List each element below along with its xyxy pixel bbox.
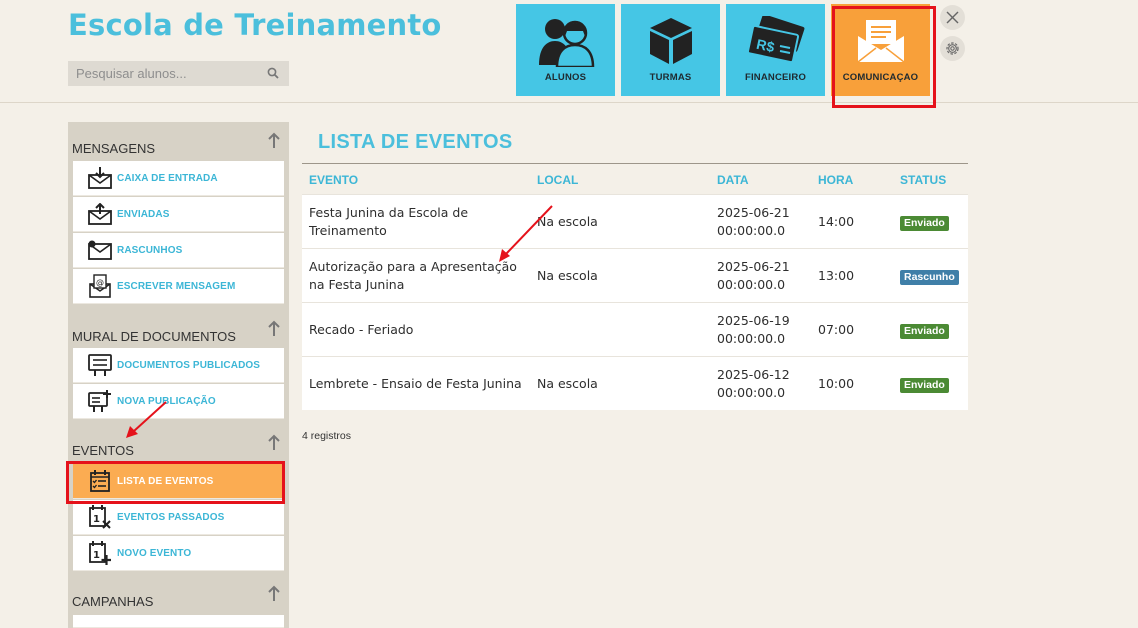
calendar-x-icon: 1 bbox=[87, 504, 113, 530]
highlight-box bbox=[66, 461, 285, 504]
svg-text:@: @ bbox=[96, 278, 104, 287]
inbox-icon bbox=[87, 165, 113, 191]
board-add-icon bbox=[87, 388, 113, 414]
status-badge: Enviado bbox=[900, 378, 949, 393]
sidebar-item-partial[interactable] bbox=[73, 615, 284, 628]
app-title: Escola de Treinamento bbox=[68, 8, 442, 42]
sidebar-item-novo-evento[interactable]: 1 NOVO EVENTO bbox=[73, 536, 284, 571]
status-badge: Enviado bbox=[900, 324, 949, 339]
cell-hora: 10:00 bbox=[818, 376, 855, 391]
cell-data: 2025-06-19 00:00:00.0 bbox=[717, 313, 790, 346]
settings-button[interactable] bbox=[940, 36, 965, 61]
section-mensagens[interactable]: MENSAGENS bbox=[68, 122, 289, 160]
column-header-local[interactable]: LOCAL bbox=[537, 173, 578, 187]
svg-text:1: 1 bbox=[93, 514, 100, 525]
record-count: 4 registros bbox=[302, 430, 352, 442]
section-eventos[interactable]: EVENTOS bbox=[68, 424, 289, 462]
table-row[interactable]: Autorização para a Apresentação na Festa… bbox=[302, 248, 968, 302]
status-badge: Enviado bbox=[900, 216, 949, 231]
board-icon bbox=[87, 352, 113, 378]
arrow-up-icon[interactable] bbox=[267, 132, 281, 150]
students-icon bbox=[535, 14, 597, 68]
box-icon bbox=[640, 14, 702, 68]
sidebar-item-escrever-mensagem[interactable]: @ ESCREVER MENSAGEM bbox=[73, 269, 284, 304]
module-financeiro[interactable]: R$ FINANCEIRO bbox=[726, 4, 825, 96]
cell-hora: 13:00 bbox=[818, 268, 855, 283]
arrow-up-icon[interactable] bbox=[267, 434, 281, 452]
search-box[interactable] bbox=[68, 61, 289, 86]
draft-icon bbox=[87, 237, 113, 263]
arrow-up-icon[interactable] bbox=[267, 585, 281, 603]
cell-data: 2025-06-21 00:00:00.0 bbox=[717, 259, 790, 292]
section-mural[interactable]: MURAL DE DOCUMENTOS bbox=[68, 310, 289, 348]
compose-icon: @ bbox=[87, 273, 113, 299]
cell-hora: 14:00 bbox=[818, 214, 855, 229]
sidebar-item-label: ENVIADAS bbox=[117, 208, 170, 220]
cell-evento: Autorização para a Apresentação na Festa… bbox=[309, 259, 517, 292]
sidebar-item-label: EVENTOS PASSADOS bbox=[117, 511, 225, 523]
close-button[interactable] bbox=[940, 5, 965, 30]
money-icon: R$ bbox=[745, 14, 807, 68]
svg-text:1: 1 bbox=[93, 550, 100, 561]
table-row[interactable]: Festa Junina da Escola de Treinamento Na… bbox=[302, 194, 968, 248]
cell-local: Na escola bbox=[537, 214, 598, 229]
cell-evento: Lembrete - Ensaio de Festa Junina bbox=[309, 376, 522, 391]
section-title: CAMPANHAS bbox=[72, 594, 154, 609]
cell-local: Na escola bbox=[537, 268, 598, 283]
module-label: FINANCEIRO bbox=[744, 72, 807, 83]
table-row[interactable]: Lembrete - Ensaio de Festa Junina Na esc… bbox=[302, 356, 968, 410]
section-title: EVENTOS bbox=[72, 443, 134, 458]
column-header-status[interactable]: STATUS bbox=[900, 173, 946, 187]
module-turmas[interactable]: TURMAS bbox=[621, 4, 720, 96]
cell-evento: Festa Junina da Escola de Treinamento bbox=[309, 205, 469, 238]
column-header-evento[interactable]: EVENTO bbox=[309, 173, 358, 187]
sent-icon bbox=[87, 201, 113, 227]
calendar-add-icon: 1 bbox=[87, 540, 113, 566]
header-divider bbox=[0, 102, 1138, 103]
sidebar: MENSAGENS CAIXA DE ENTRADA ENVIADAS RASC… bbox=[68, 122, 289, 628]
search-icon[interactable] bbox=[267, 67, 279, 79]
status-badge: Rascunho bbox=[900, 270, 959, 285]
sidebar-item-label: RASCUNHOS bbox=[117, 244, 183, 256]
section-campanhas[interactable]: CAMPANHAS bbox=[68, 575, 289, 613]
sidebar-item-label: NOVO EVENTO bbox=[117, 547, 192, 559]
cell-data: 2025-06-12 00:00:00.0 bbox=[717, 367, 790, 400]
module-label: ALUNOS bbox=[544, 72, 587, 83]
sidebar-item-label: CAIXA DE ENTRADA bbox=[117, 172, 218, 184]
sidebar-item-label: ESCREVER MENSAGEM bbox=[117, 280, 236, 292]
cell-local: Na escola bbox=[537, 376, 598, 391]
module-label: TURMAS bbox=[649, 72, 692, 83]
page-title: LISTA DE EVENTOS bbox=[318, 131, 513, 153]
sidebar-item-eventos-passados[interactable]: 1 EVENTOS PASSADOS bbox=[73, 500, 284, 535]
gear-icon bbox=[946, 42, 959, 55]
sidebar-item-nova-publicacao[interactable]: NOVA PUBLICAÇÃO bbox=[73, 384, 284, 419]
arrow-up-icon[interactable] bbox=[267, 320, 281, 338]
section-title: MENSAGENS bbox=[72, 141, 156, 156]
section-title: MURAL DE DOCUMENTOS bbox=[72, 329, 236, 344]
column-header-hora[interactable]: HORA bbox=[818, 173, 853, 187]
sidebar-item-caixa-de-entrada[interactable]: CAIXA DE ENTRADA bbox=[73, 161, 284, 196]
sidebar-item-enviadas[interactable]: ENVIADAS bbox=[73, 197, 284, 232]
column-header-data[interactable]: DATA bbox=[717, 173, 749, 187]
table-row[interactable]: Recado - Feriado 2025-06-19 00:00:00.0 0… bbox=[302, 302, 968, 356]
sidebar-item-label: DOCUMENTOS PUBLICADOS bbox=[117, 359, 261, 371]
cell-hora: 07:00 bbox=[818, 322, 855, 337]
module-alunos[interactable]: ALUNOS bbox=[516, 4, 615, 96]
sidebar-item-documentos-publicados[interactable]: DOCUMENTOS PUBLICADOS bbox=[73, 348, 284, 383]
cell-data: 2025-06-21 00:00:00.0 bbox=[717, 205, 790, 238]
highlight-box bbox=[832, 6, 936, 108]
sidebar-item-label: NOVA PUBLICAÇÃO bbox=[117, 395, 216, 407]
close-icon bbox=[946, 11, 959, 24]
cell-evento: Recado - Feriado bbox=[309, 322, 414, 337]
search-input[interactable] bbox=[68, 62, 258, 85]
sidebar-item-rascunhos[interactable]: RASCUNHOS bbox=[73, 233, 284, 268]
table-header: EVENTO LOCAL DATA HORA STATUS bbox=[302, 164, 968, 194]
